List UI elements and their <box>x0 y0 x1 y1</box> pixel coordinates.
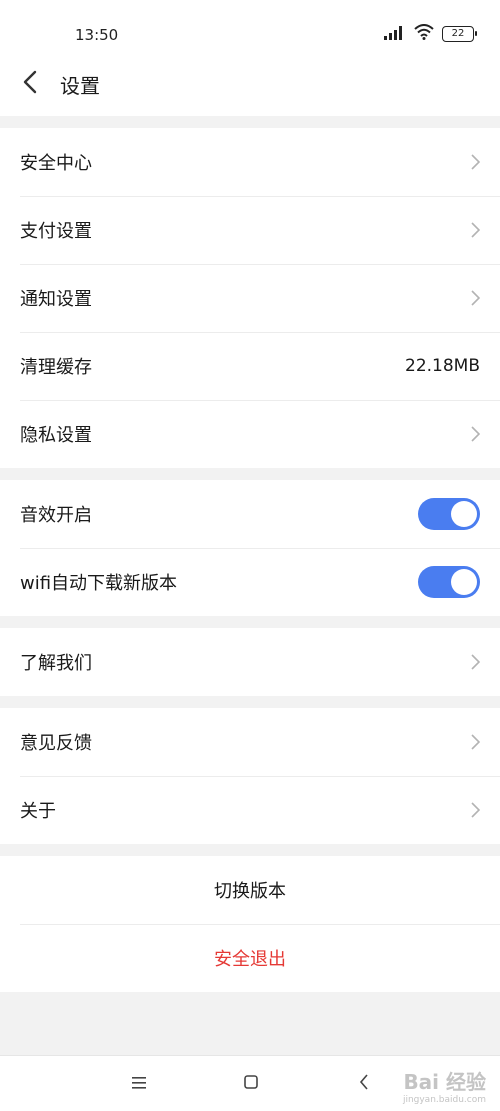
wifi-auto-download-toggle[interactable] <box>418 566 480 598</box>
baidu-watermark: Bai 经验 jingyan.baidu.com <box>403 1066 486 1105</box>
battery-level: 22 <box>451 28 465 39</box>
settings-group-1: 安全中心 支付设置 通知设置 清理缓存 22.18MB 隐私设置 <box>0 128 500 468</box>
battery-icon: 22 <box>442 26 477 42</box>
switch-version-button[interactable]: 切换版本 <box>0 856 500 924</box>
settings-group-4: 意见反馈 关于 <box>0 708 500 844</box>
row-label: 通知设置 <box>20 289 92 310</box>
row-label: 意见反馈 <box>20 733 92 754</box>
switch-version-label: 切换版本 <box>214 881 286 902</box>
nav-back-button[interactable] <box>352 1072 376 1096</box>
signal-icon <box>384 25 406 44</box>
settings-group-2: 音效开启 wifi自动下载新版本 <box>0 480 500 616</box>
system-nav-bar: Bai 经验 jingyan.baidu.com <box>0 1055 500 1111</box>
row-label: wifi自动下载新版本 <box>20 573 178 594</box>
home-button[interactable] <box>239 1072 263 1096</box>
row-payment-settings[interactable]: 支付设置 <box>0 196 500 264</box>
menu-icon <box>131 1075 147 1094</box>
chevron-right-icon <box>466 288 480 308</box>
logout-button[interactable]: 安全退出 <box>0 924 500 992</box>
status-bar: 13:50 22 <box>0 0 500 60</box>
row-label: 关于 <box>20 801 56 822</box>
watermark-sub: jingyan.baidu.com <box>402 1095 486 1105</box>
nav-back-icon <box>359 1074 369 1094</box>
status-icons: 22 <box>384 24 477 44</box>
row-security-center[interactable]: 安全中心 <box>0 128 500 196</box>
toggle-knob <box>451 569 477 595</box>
toggle-knob <box>451 501 477 527</box>
header: 设置 <box>0 60 500 116</box>
row-privacy-settings[interactable]: 隐私设置 <box>0 400 500 468</box>
row-label: 音效开启 <box>20 505 92 526</box>
row-feedback[interactable]: 意见反馈 <box>0 708 500 776</box>
menu-button[interactable] <box>127 1072 151 1096</box>
home-square-icon <box>243 1074 259 1094</box>
back-arrow-icon <box>23 70 37 98</box>
chevron-right-icon <box>466 152 480 172</box>
actions-group: 切换版本 安全退出 <box>0 856 500 992</box>
chevron-right-icon <box>466 652 480 672</box>
settings-group-3: 了解我们 <box>0 628 500 696</box>
row-label: 清理缓存 <box>20 357 92 378</box>
logout-label: 安全退出 <box>214 949 286 970</box>
row-label: 隐私设置 <box>20 425 92 446</box>
chevron-right-icon <box>466 220 480 240</box>
back-button[interactable] <box>14 68 46 100</box>
chevron-right-icon <box>466 800 480 820</box>
row-label: 安全中心 <box>20 153 92 174</box>
wifi-icon <box>414 24 434 44</box>
row-label: 了解我们 <box>20 653 92 674</box>
cache-size-value: 22.18MB <box>405 356 480 376</box>
row-clear-cache[interactable]: 清理缓存 22.18MB <box>0 332 500 400</box>
status-time: 13:50 <box>75 26 119 44</box>
row-about[interactable]: 关于 <box>0 776 500 844</box>
row-about-us[interactable]: 了解我们 <box>0 628 500 696</box>
row-wifi-auto-download: wifi自动下载新版本 <box>0 548 500 616</box>
chevron-right-icon <box>466 424 480 444</box>
page-title: 设置 <box>60 74 100 98</box>
chevron-right-icon <box>466 732 480 752</box>
row-notification-settings[interactable]: 通知设置 <box>0 264 500 332</box>
row-label: 支付设置 <box>20 221 92 242</box>
sound-effects-toggle[interactable] <box>418 498 480 530</box>
row-sound-effects: 音效开启 <box>0 480 500 548</box>
watermark-main: Bai 经验 <box>403 1070 486 1094</box>
